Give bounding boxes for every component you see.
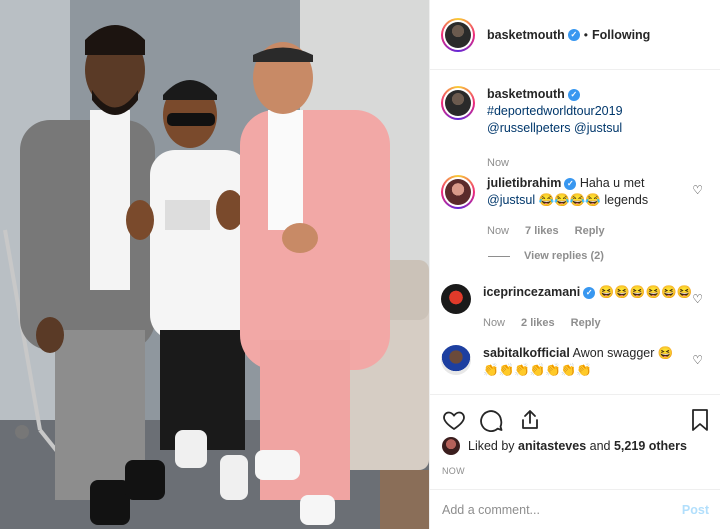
comment-text-rest: 😂😂😂😂 legends: [538, 193, 649, 207]
verified-icon: ✓: [564, 177, 577, 190]
comment-item: julietibrahim ✓ Haha u met @justsul 😂😂😂😂 …: [441, 175, 711, 240]
caption-time: Now: [487, 157, 510, 169]
comment-likes[interactable]: 7 likes: [525, 223, 559, 240]
post-button[interactable]: Post: [682, 503, 709, 517]
caption-avatar[interactable]: [441, 86, 475, 120]
verified-icon: ✓: [567, 88, 580, 101]
comment-text: Awon swagger 😆: [572, 346, 674, 360]
post-caption: basketmouth ✓ #deportedworldtour2019 @rus…: [441, 86, 711, 172]
view-replies-label: View replies (2): [524, 250, 604, 262]
comment-time: Now: [487, 225, 510, 237]
view-replies-button[interactable]: View replies (2): [488, 250, 604, 262]
comment-avatar[interactable]: [441, 175, 475, 209]
likes-summary[interactable]: Liked by anitasteves and 5,219 others: [442, 437, 687, 455]
post-header: basketmouth ✓ • Following: [430, 0, 720, 70]
comment-text-line2: 👏👏👏👏👏👏👏: [483, 363, 592, 377]
verified-icon: ✓: [567, 28, 580, 41]
comment-item: sabitalkofficial Awon swagger 😆 👏👏👏👏👏👏👏 …: [441, 345, 711, 379]
caption-mention[interactable]: @russellpeters: [487, 121, 571, 135]
header-username[interactable]: basketmouth: [487, 28, 565, 42]
post-photo[interactable]: [0, 0, 429, 529]
comment-likes[interactable]: 2 likes: [521, 315, 555, 332]
reply-button[interactable]: Reply: [575, 223, 605, 240]
comment-like-icon[interactable]: ♡: [692, 353, 703, 367]
caption-mention[interactable]: @justsul: [574, 121, 622, 135]
bookmark-icon[interactable]: [689, 408, 711, 435]
comment-time: Now: [483, 317, 506, 329]
comment-item: iceprincezamani ✓ 😆😆😆😆😆😆 Now 2 likes Repl…: [441, 284, 711, 332]
comment-mention[interactable]: @justsul: [487, 193, 535, 207]
comment-username[interactable]: iceprincezamani: [483, 285, 580, 299]
comment-like-icon[interactable]: ♡: [692, 183, 703, 197]
comment-username[interactable]: sabitalkofficial: [483, 346, 570, 360]
following-button[interactable]: Following: [592, 28, 650, 42]
comment-text: Haha u met: [579, 176, 645, 190]
likes-prefix: Liked by: [468, 439, 515, 453]
comment-like-icon[interactable]: ♡: [692, 292, 703, 306]
instagram-post: basketmouth ✓ • Following basketmouth ✓ #…: [0, 0, 720, 529]
reply-button[interactable]: Reply: [571, 315, 601, 332]
header-avatar[interactable]: [441, 17, 475, 52]
add-comment-bar: Add a comment... Post: [430, 489, 720, 529]
caption-username[interactable]: basketmouth: [487, 87, 565, 101]
post-timestamp: NOW: [442, 466, 465, 476]
likes-count[interactable]: 5,219 others: [614, 439, 687, 453]
post-sidebar: basketmouth ✓ • Following basketmouth ✓ #…: [429, 0, 720, 529]
divider-line: [488, 255, 510, 257]
like-heart-icon[interactable]: [442, 408, 466, 432]
header-separator: •: [583, 27, 588, 42]
comment-username[interactable]: julietibrahim: [487, 176, 561, 190]
add-comment-input[interactable]: Add a comment...: [442, 503, 540, 517]
verified-icon: ✓: [583, 286, 596, 299]
comment-text: 😆😆😆😆😆😆: [598, 285, 693, 299]
caption-hashtag[interactable]: #deportedworldtour2019: [487, 103, 623, 120]
post-photo-image: [0, 0, 429, 529]
comment-avatar[interactable]: [441, 345, 471, 375]
liker-avatar: [442, 437, 460, 455]
likes-middle: and: [589, 439, 611, 453]
comment-avatar[interactable]: [441, 284, 471, 314]
comment-bubble-icon[interactable]: [480, 408, 504, 432]
share-icon[interactable]: [518, 408, 542, 432]
liker-username[interactable]: anitasteves: [518, 439, 586, 453]
